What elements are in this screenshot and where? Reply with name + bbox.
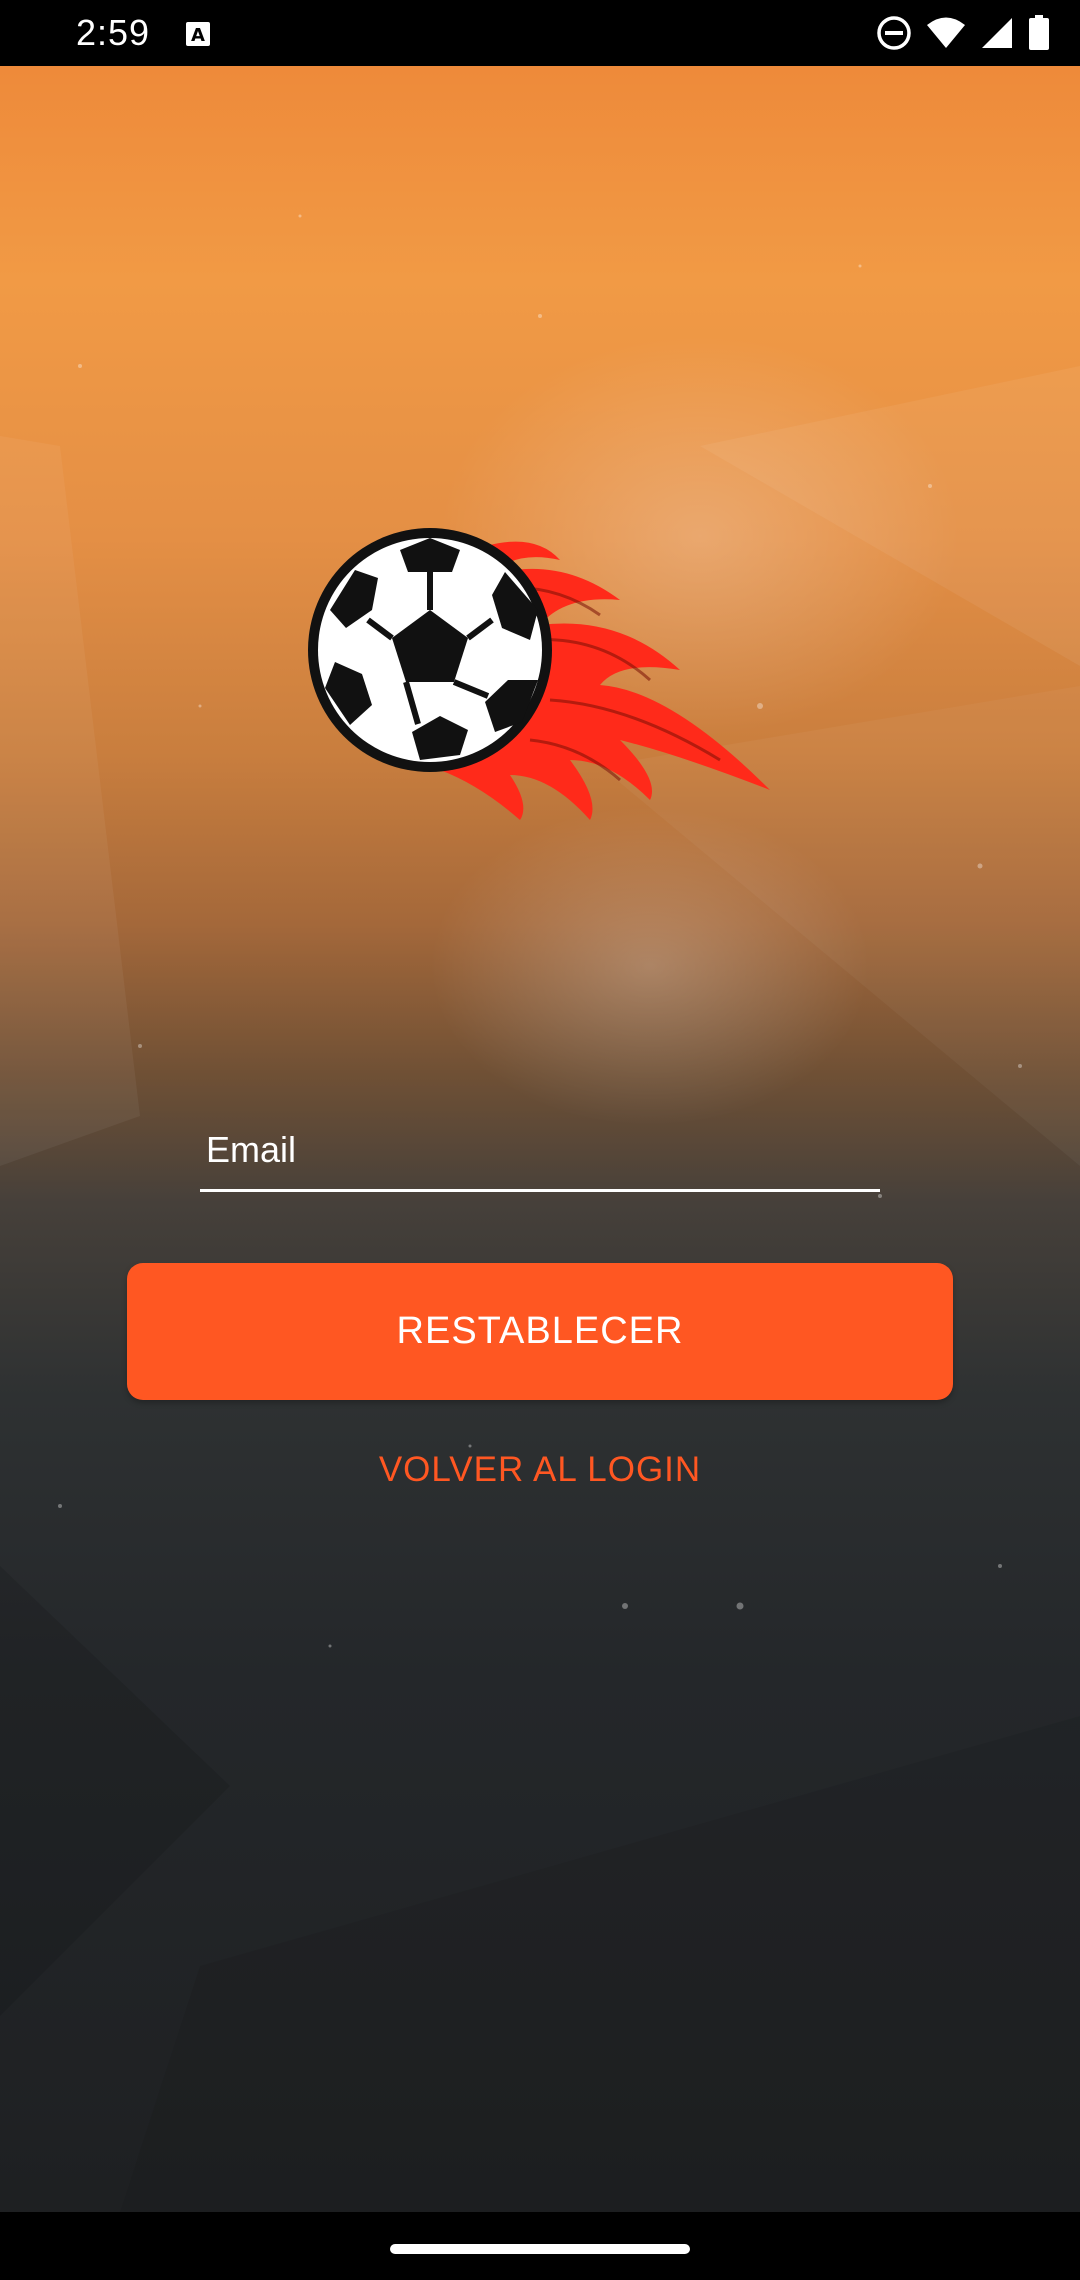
back-to-login-link[interactable]: VOLVER AL LOGIN — [340, 1440, 740, 1500]
font-notification-icon: A — [186, 22, 210, 46]
cellular-signal-icon — [982, 18, 1012, 48]
status-icons — [876, 14, 1050, 52]
password-reset-screen: 2:59 A Email RESTABLECER VOLVER AL LOGIN — [0, 0, 1080, 2280]
flaming-soccer-ball-icon — [308, 528, 770, 820]
soccer-ball — [308, 528, 552, 772]
wifi-icon — [927, 17, 965, 48]
status-time: 2:59 — [76, 12, 151, 53]
reset-password-button[interactable]: RESTABLECER — [127, 1263, 953, 1400]
navigation-bar — [0, 2212, 1080, 2280]
status-bar: 2:59 A — [0, 0, 1080, 66]
battery-icon — [1029, 15, 1049, 50]
home-gesture-handle[interactable] — [390, 2244, 690, 2254]
do-not-disturb-icon — [877, 16, 911, 50]
email-field[interactable] — [200, 1110, 880, 1192]
email-input[interactable] — [200, 1110, 880, 1189]
svg-text:A: A — [191, 25, 205, 46]
